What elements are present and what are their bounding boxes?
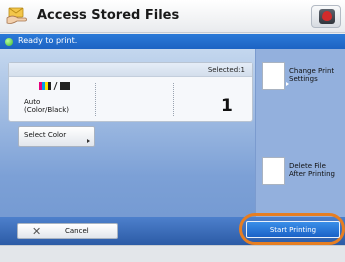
page-title: Access Stored Files — [37, 8, 180, 23]
envelope-hand-icon — [6, 7, 27, 24]
change-print-settings-button[interactable]: Change Print Settings — [262, 62, 344, 90]
footer-bar — [0, 245, 345, 262]
title-bar: Access Stored Files — [0, 0, 345, 33]
selected-count: Selected:1 — [207, 66, 245, 74]
select-color-label: Select Color — [24, 131, 67, 139]
label-line2: Settings — [289, 75, 318, 83]
close-icon: ✕ — [32, 225, 42, 238]
delete-file-label: Delete File After Printing — [289, 162, 335, 178]
arrow-icon — [87, 139, 90, 143]
toggle-face — [262, 157, 285, 185]
select-color-button[interactable]: Select Color — [18, 126, 95, 147]
print-count: 1 — [221, 96, 233, 116]
ready-status-icon — [5, 38, 13, 46]
label-line2: After Printing — [289, 170, 335, 178]
change-print-settings-label: Change Print Settings — [289, 67, 334, 83]
cancel-label: Cancel — [65, 227, 89, 235]
home-icon — [319, 9, 335, 24]
color-mode-label: Auto (Color/Black) — [24, 98, 69, 114]
color-black-icon — [39, 82, 70, 90]
button-face — [262, 62, 285, 90]
delete-file-after-printing-button[interactable]: Delete File After Printing — [262, 157, 344, 185]
home-button[interactable] — [311, 5, 341, 28]
start-printing-label: Start Printing — [269, 226, 317, 234]
color-mode-line1: Auto — [24, 98, 41, 106]
start-printing-button[interactable]: Start Printing — [246, 221, 340, 238]
status-message: Ready to print. — [18, 36, 78, 45]
color-mode-line2: (Color/Black) — [24, 106, 70, 114]
access-stored-files-screen: Access Stored Files Ready to print. Sele… — [0, 0, 345, 262]
label-line1: Change Print — [289, 67, 335, 75]
file-panel[interactable]: Selected:1 Auto (Color/Black) 1 — [8, 62, 253, 122]
file-panel-header: Selected:1 — [9, 63, 252, 77]
status-bar: Ready to print. — [0, 34, 345, 49]
cancel-button[interactable]: ✕ Cancel — [17, 223, 118, 239]
column-divider — [173, 83, 174, 116]
label-line1: Delete File — [289, 162, 326, 170]
column-divider — [95, 83, 96, 116]
